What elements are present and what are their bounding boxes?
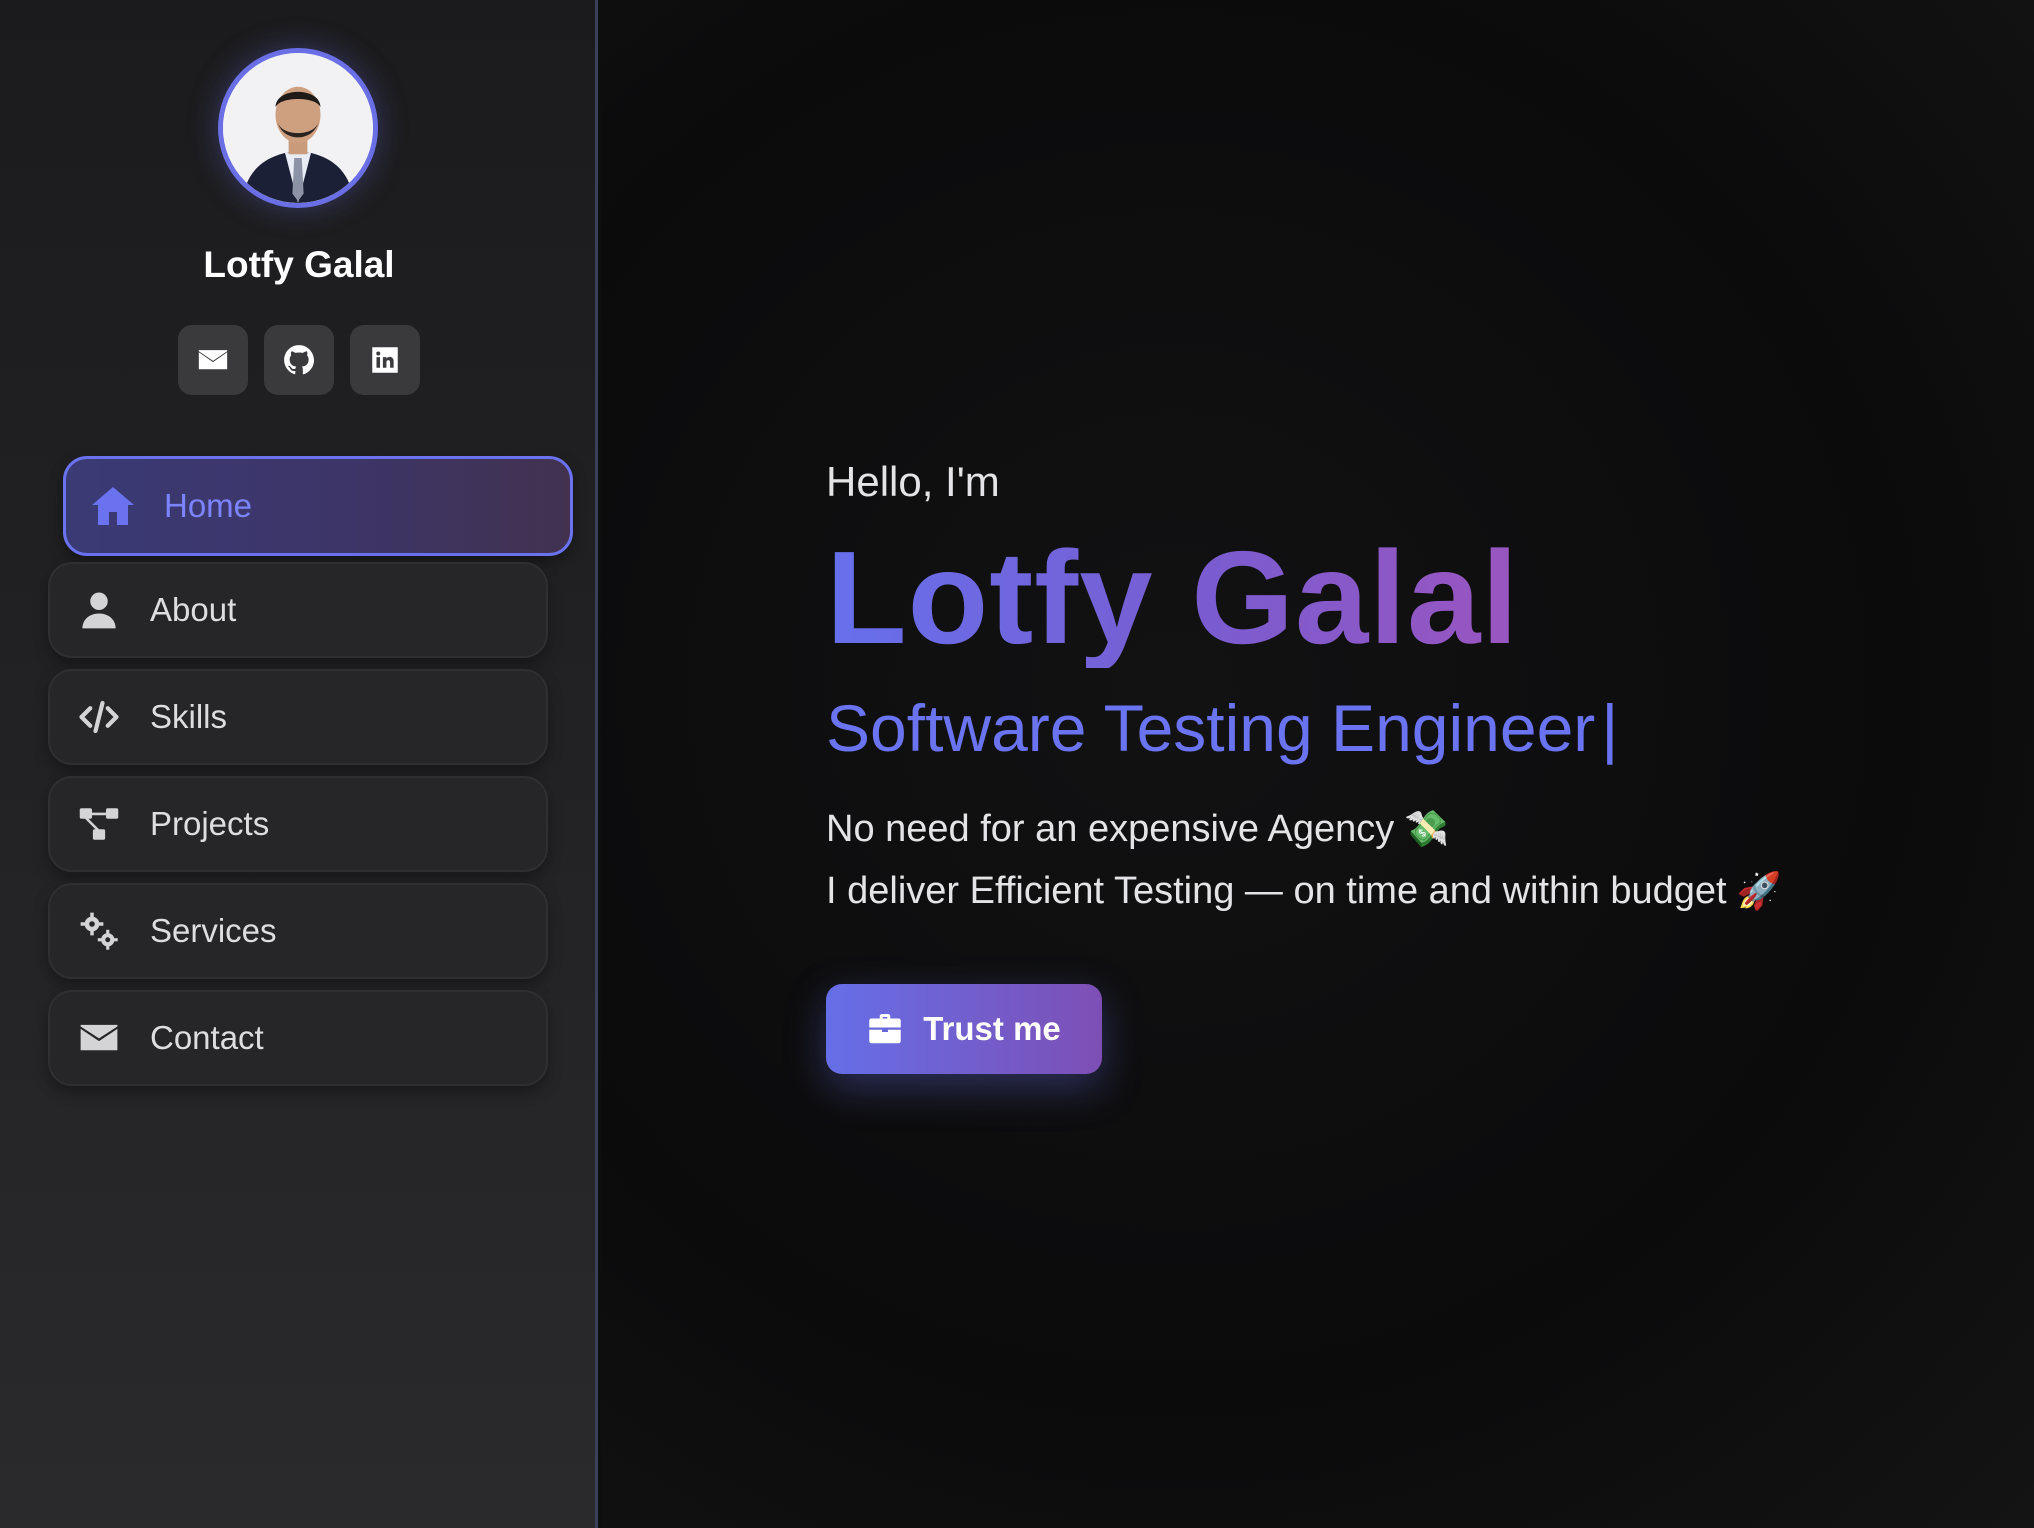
trust-me-button[interactable]: Trust me — [826, 984, 1102, 1074]
hero-role: Software Testing Engineer| — [826, 690, 1618, 766]
home-icon — [88, 481, 138, 531]
avatar — [218, 48, 378, 208]
user-icon — [74, 585, 124, 635]
envelope-icon — [74, 1013, 124, 1063]
nav-item-skills[interactable]: Skills — [48, 669, 548, 765]
hero-name: Lotfy Galal — [826, 524, 1520, 671]
linkedin-link[interactable] — [350, 325, 420, 395]
nav-label-contact: Contact — [150, 1019, 264, 1056]
hero-role-text: Software Testing Engineer — [826, 691, 1596, 765]
social-links — [178, 325, 420, 395]
hero-tagline-2: I deliver Efficient Testing — on time an… — [826, 870, 1781, 913]
email-link[interactable] — [178, 325, 248, 395]
nav-label-skills: Skills — [150, 698, 228, 735]
nav-item-contact[interactable]: Contact — [48, 990, 548, 1086]
typing-cursor: | — [1601, 691, 1619, 765]
code-icon — [74, 692, 124, 742]
linkedin-icon — [372, 347, 398, 373]
nav-item-projects[interactable]: Projects — [48, 776, 548, 872]
main-nav: Home About Skills Projects Services Cont… — [48, 456, 574, 1097]
github-icon — [284, 345, 315, 375]
hero-section: Hello, I'm Lotfy Galal Software Testing … — [601, 0, 2034, 1528]
nav-label-home: Home — [164, 487, 253, 524]
sidebar: Lotfy Galal Home About Skills Projects S… — [0, 0, 598, 1528]
hero-greeting: Hello, I'm — [826, 458, 1000, 505]
profile-name: Lotfy Galal — [203, 244, 395, 285]
rocket-icon: 🚀 — [1736, 870, 1782, 911]
nav-label-about: About — [150, 591, 237, 628]
nav-item-home[interactable]: Home — [63, 456, 573, 556]
tagline-1-text: No need for an expensive Agency — [826, 808, 1395, 850]
github-link[interactable] — [264, 325, 334, 395]
project-diagram-icon — [74, 799, 124, 849]
nav-label-services: Services — [150, 912, 277, 949]
briefcase-icon — [869, 1014, 901, 1044]
nav-item-about[interactable]: About — [48, 562, 548, 658]
gears-icon — [74, 906, 124, 956]
money-wings-icon: 💸 — [1404, 808, 1450, 849]
envelope-icon — [198, 350, 228, 370]
hero-tagline-1: No need for an expensive Agency 💸 — [826, 808, 1449, 851]
tagline-2-text: I deliver Efficient Testing — on time an… — [826, 870, 1727, 912]
page: Lotfy Galal Home About Skills Projects S… — [0, 0, 2034, 1528]
nav-item-services[interactable]: Services — [48, 883, 548, 979]
nav-label-projects: Projects — [150, 805, 270, 842]
trust-me-label: Trust me — [923, 1010, 1061, 1047]
